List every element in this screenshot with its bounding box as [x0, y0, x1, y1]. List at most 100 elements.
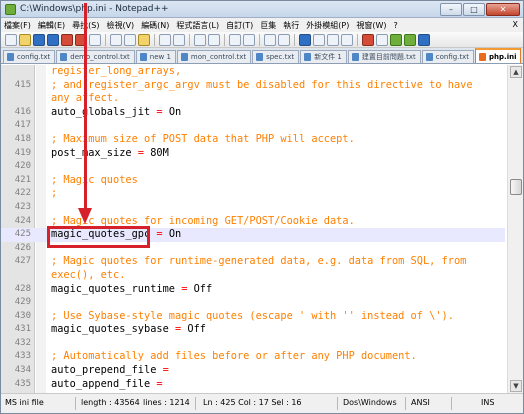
equals-sign: =	[175, 282, 194, 295]
scroll-down-arrow-icon[interactable]: ▼	[510, 380, 522, 392]
status-divider	[451, 397, 452, 410]
tab-new-1[interactable]: new 1	[135, 50, 176, 63]
doc-map-icon[interactable]	[341, 33, 353, 46]
save-all-icon[interactable]	[47, 33, 59, 46]
maximize-button[interactable]: □	[463, 3, 485, 16]
status-lines: lines : 1214	[143, 398, 190, 407]
code-line[interactable]: 430 ; Use Sybase-style magic quotes (esca…	[1, 310, 505, 324]
tab-new-doc-1[interactable]: 新文件 1	[300, 50, 347, 63]
tab-config-txt[interactable]: config.txt	[3, 50, 56, 63]
code-line[interactable]: 421 ; Magic quotes	[1, 174, 505, 188]
window-title: C:\Windows\php.ini - Notepad++	[20, 4, 169, 14]
close-icon[interactable]	[61, 33, 73, 46]
comment-text: ; Magic quotes for runtime-generated dat…	[51, 255, 467, 268]
line-number: 419	[14, 147, 31, 158]
code-line[interactable]: 435 auto_append_file =	[1, 378, 505, 392]
menu-file[interactable]: 檔案(F)	[4, 20, 31, 31]
sync-v-icon[interactable]	[264, 33, 276, 46]
status-divider	[75, 397, 76, 410]
sync-h-icon[interactable]	[278, 33, 290, 46]
stop-record-icon[interactable]	[376, 33, 388, 46]
menu-plugins[interactable]: 外掛模組(P)	[306, 20, 349, 31]
code-line[interactable]: 416 auto_globals_jit = On	[1, 106, 505, 120]
menu-run[interactable]: 執行	[283, 20, 299, 31]
annotation-arrow-head-icon	[78, 208, 92, 224]
run-macro-icon[interactable]	[404, 33, 416, 46]
menu-help[interactable]: ?	[394, 21, 398, 30]
menu-edit[interactable]: 編輯(E)	[38, 20, 65, 31]
tab-label: mon_control.txt	[190, 53, 247, 61]
tab-label: config.txt	[435, 53, 470, 61]
word-wrap-icon[interactable]	[299, 33, 311, 46]
setting-key: post_max_size	[51, 146, 132, 159]
menu-encoding[interactable]: 編碼(N)	[141, 20, 169, 31]
line-number: 427	[14, 256, 31, 267]
code-line[interactable]: 422;	[1, 187, 505, 201]
line-number: 416	[14, 106, 31, 117]
code-line[interactable]: 420	[1, 160, 505, 174]
code-line[interactable]: 427 ; Magic quotes for runtime-generated …	[1, 255, 505, 269]
find-icon[interactable]	[194, 33, 206, 46]
status-divider	[405, 397, 406, 410]
code-line[interactable]: exec(), etc.	[1, 269, 505, 283]
menu-macro[interactable]: 巨集	[260, 20, 276, 31]
open-file-icon[interactable]	[19, 33, 31, 46]
line-number: 420	[14, 161, 31, 172]
menu-language[interactable]: 程式語言(L)	[176, 20, 219, 31]
code-line[interactable]: 432	[1, 337, 505, 351]
indent-guide-icon[interactable]	[327, 33, 339, 46]
undo-icon[interactable]	[159, 33, 171, 46]
line-number: 430	[14, 310, 31, 321]
code-line[interactable]: 429	[1, 296, 505, 310]
line-number: 431	[14, 324, 31, 335]
print-icon[interactable]	[89, 33, 101, 46]
code-line[interactable]: 419 post_max_size = 80M	[1, 147, 505, 161]
title-bar[interactable]: C:\Windows\php.ini - Notepad++ – □ ✕	[1, 1, 523, 18]
line-number: 415	[14, 79, 31, 90]
tab-demo-control-txt[interactable]: demo_control.txt	[56, 50, 135, 63]
code-line[interactable]: 418 ; Maximum size of POST data that PHP …	[1, 133, 505, 147]
file-icon	[7, 53, 14, 61]
tab-build-issues-txt[interactable]: 建置目前問題.txt	[347, 50, 421, 63]
tab-php-ini[interactable]: php.ini	[475, 48, 522, 63]
code-line[interactable]: any affect.	[1, 92, 505, 106]
code-line[interactable]: 428 magic_quotes_runtime = Off	[1, 283, 505, 297]
toolbar-separator	[259, 33, 260, 46]
line-number: 424	[14, 215, 31, 226]
menu-window[interactable]: 視窗(W)	[356, 20, 386, 31]
replace-icon[interactable]	[208, 33, 220, 46]
menu-view[interactable]: 檢視(V)	[106, 20, 134, 31]
tab-config-txt-2[interactable]: config.txt	[421, 50, 475, 63]
redo-icon[interactable]	[173, 33, 185, 46]
save-icon[interactable]	[33, 33, 45, 46]
minimize-button[interactable]: –	[440, 3, 462, 16]
code-line[interactable]: 431 magic_quotes_sybase = Off	[1, 323, 505, 337]
setting-key: auto_globals_jit	[51, 105, 151, 118]
show-all-icon[interactable]	[313, 33, 325, 46]
code-line[interactable]: 433 ; Automatically add files before or a…	[1, 350, 505, 364]
tab-spec-txt[interactable]: spec.txt	[252, 50, 300, 63]
cut-icon[interactable]	[110, 33, 122, 46]
copy-icon[interactable]	[124, 33, 136, 46]
code-line[interactable]: 423	[1, 201, 505, 215]
play-macro-icon[interactable]	[390, 33, 402, 46]
scroll-up-arrow-icon[interactable]: ▲	[510, 66, 522, 78]
close-button[interactable]: ✕	[486, 3, 520, 16]
menu-settings[interactable]: 自訂(T)	[226, 20, 253, 31]
new-file-icon[interactable]	[5, 33, 17, 46]
code-line[interactable]: 434 auto_prepend_file =	[1, 364, 505, 378]
close-document-button[interactable]: X	[513, 20, 518, 29]
line-number: 433	[14, 351, 31, 362]
vertical-scrollbar[interactable]: ▲ ▼	[507, 65, 523, 393]
tab-mon-control-txt[interactable]: mon_control.txt	[176, 50, 252, 63]
save-macro-icon[interactable]	[418, 33, 430, 46]
code-line[interactable]: register_long_arrays,	[1, 65, 505, 79]
toolbar-separator	[154, 33, 155, 46]
scrollbar-thumb[interactable]	[510, 179, 522, 195]
code-line[interactable]: 417	[1, 119, 505, 133]
record-macro-icon[interactable]	[362, 33, 374, 46]
code-line[interactable]: 415 ; and register_argc_argv must be disa…	[1, 79, 505, 93]
zoom-out-icon[interactable]	[243, 33, 255, 46]
paste-icon[interactable]	[138, 33, 150, 46]
zoom-in-icon[interactable]	[229, 33, 241, 46]
